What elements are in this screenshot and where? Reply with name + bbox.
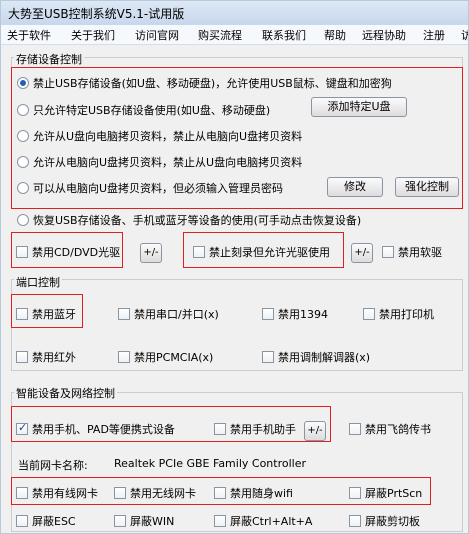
- menu-contact-us[interactable]: 联系我们: [262, 27, 306, 43]
- disable-printer-checkbox[interactable]: 禁用打印机: [363, 306, 434, 322]
- disable-floppy-checkbox[interactable]: 禁用软驱: [382, 244, 442, 260]
- menu-register[interactable]: 注册: [423, 27, 445, 43]
- checkbox-icon[interactable]: [16, 487, 28, 499]
- smart-group-title: 智能设备及网络控制: [14, 385, 117, 401]
- checkbox-icon[interactable]: [114, 515, 126, 527]
- checkbox-icon[interactable]: [16, 351, 28, 363]
- nic-name-label: 当前网卡名称:: [18, 459, 88, 472]
- checkbox-icon[interactable]: [262, 351, 274, 363]
- block-esc-checkbox[interactable]: 屏蔽ESC: [16, 513, 76, 529]
- radio-icon[interactable]: [17, 77, 29, 89]
- phone-options-toggle-button[interactable]: +/-: [304, 421, 326, 441]
- menu-about-us[interactable]: 关于我们: [71, 27, 115, 43]
- checkbox-icon[interactable]: [16, 308, 28, 320]
- restore-devices-option[interactable]: 恢复USB存储设备、手机或蓝牙等设备的使用(可手动点击恢复设备): [17, 212, 361, 228]
- block-clipboard-checkbox[interactable]: 屏蔽剪切板: [349, 513, 420, 529]
- disable-pcmcia-checkbox[interactable]: 禁用PCMCIA(x): [118, 349, 213, 365]
- block-ctrl-alt-a-checkbox[interactable]: 屏蔽Ctrl+Alt+A: [214, 513, 312, 529]
- block-prtscn-checkbox[interactable]: 屏蔽PrtScn: [349, 485, 422, 501]
- cd-options-toggle-button[interactable]: +/-: [140, 243, 162, 263]
- checkbox-icon[interactable]: [363, 308, 375, 320]
- disable-cd-dvd-checkbox[interactable]: 禁用CD/DVD光驱: [16, 244, 120, 260]
- window-title: 大势至USB控制系统V5.1-试用版: [8, 7, 185, 21]
- radio-icon[interactable]: [17, 182, 29, 194]
- storage-option-2[interactable]: 只允许特定USB存储设备使用(如U盘、移动硬盘): [17, 102, 270, 118]
- disable-phone-pad-checkbox[interactable]: 禁用手机、PAD等便携式设备: [16, 421, 175, 437]
- disable-modem-checkbox[interactable]: 禁用调制解调器(x): [262, 349, 370, 365]
- menu-bar: 关于软件 关于我们 访问官网 购买流程 联系我们 帮助 远程协助 注册 访: [1, 25, 468, 45]
- storage-group-title: 存储设备控制: [14, 51, 84, 67]
- disable-infrared-checkbox[interactable]: 禁用红外: [16, 349, 76, 365]
- menu-visit-truncated[interactable]: 访: [461, 27, 468, 43]
- checkbox-icon[interactable]: [349, 487, 361, 499]
- disable-feige-checkbox[interactable]: 禁用飞鸽传书: [349, 421, 431, 437]
- modify-password-button[interactable]: 修改: [327, 177, 383, 197]
- port-group-title: 端口控制: [14, 274, 62, 290]
- checkbox-icon[interactable]: [214, 515, 226, 527]
- checkbox-icon[interactable]: [382, 246, 394, 258]
- checkbox-icon[interactable]: [349, 515, 361, 527]
- add-specific-usb-button[interactable]: 添加特定U盘: [311, 97, 407, 117]
- title-bar: 大势至USB控制系统V5.1-试用版: [1, 1, 468, 25]
- radio-icon[interactable]: [17, 104, 29, 116]
- disable-wired-nic-checkbox[interactable]: 禁用有线网卡: [16, 485, 98, 501]
- storage-option-5[interactable]: 可以从电脑向U盘拷贝资料，但必须输入管理员密码: [17, 180, 283, 196]
- disable-serial-parallel-checkbox[interactable]: 禁用串口/并口(x): [118, 306, 219, 322]
- checkbox-icon[interactable]: [349, 423, 361, 435]
- menu-about-software[interactable]: 关于软件: [7, 27, 51, 43]
- checkbox-icon[interactable]: [262, 308, 274, 320]
- menu-help[interactable]: 帮助: [324, 27, 346, 43]
- strengthen-control-button[interactable]: 强化控制: [395, 177, 459, 197]
- menu-visit-website[interactable]: 访问官网: [135, 27, 179, 43]
- checkbox-checked-icon[interactable]: [16, 421, 28, 435]
- burn-options-toggle-button[interactable]: +/-: [351, 243, 373, 263]
- disable-phone-assistant-checkbox[interactable]: 禁用手机助手: [214, 421, 296, 437]
- radio-icon[interactable]: [17, 130, 29, 142]
- checkbox-icon[interactable]: [114, 487, 126, 499]
- checkbox-icon[interactable]: [16, 515, 28, 527]
- checkbox-icon[interactable]: [193, 246, 205, 258]
- checkbox-icon[interactable]: [16, 246, 28, 258]
- storage-option-1[interactable]: 禁止USB存储设备(如U盘、移动硬盘)，允许使用USB鼠标、键盘和加密狗: [17, 75, 392, 91]
- checkbox-icon[interactable]: [118, 308, 130, 320]
- storage-option-3[interactable]: 允许从U盘向电脑拷贝资料，禁止从电脑向U盘拷贝资料: [17, 128, 302, 144]
- disable-wireless-nic-checkbox[interactable]: 禁用无线网卡: [114, 485, 196, 501]
- radio-icon[interactable]: [17, 214, 29, 226]
- menu-purchase-process[interactable]: 购买流程: [198, 27, 242, 43]
- nic-name-value: Realtek PCIe GBE Family Controller: [114, 457, 307, 470]
- checkbox-icon[interactable]: [214, 487, 226, 499]
- port-control-group: [11, 279, 463, 371]
- checkbox-icon[interactable]: [214, 423, 226, 435]
- radio-icon[interactable]: [17, 156, 29, 168]
- no-burn-allow-drive-checkbox[interactable]: 禁止刻录但允许光驱使用: [193, 244, 330, 260]
- disable-portable-wifi-checkbox[interactable]: 禁用随身wifi: [214, 485, 293, 501]
- disable-bluetooth-checkbox[interactable]: 禁用蓝牙: [16, 306, 76, 322]
- menu-remote-assist[interactable]: 远程协助: [362, 27, 406, 43]
- app-window: 大势至USB控制系统V5.1-试用版 关于软件 关于我们 访问官网 购买流程 联…: [0, 0, 469, 534]
- disable-1394-checkbox[interactable]: 禁用1394: [262, 306, 328, 322]
- block-win-checkbox[interactable]: 屏蔽WIN: [114, 513, 174, 529]
- checkbox-icon[interactable]: [118, 351, 130, 363]
- storage-option-4[interactable]: 允许从电脑向U盘拷贝资料，禁止从U盘向电脑拷贝资料: [17, 154, 302, 170]
